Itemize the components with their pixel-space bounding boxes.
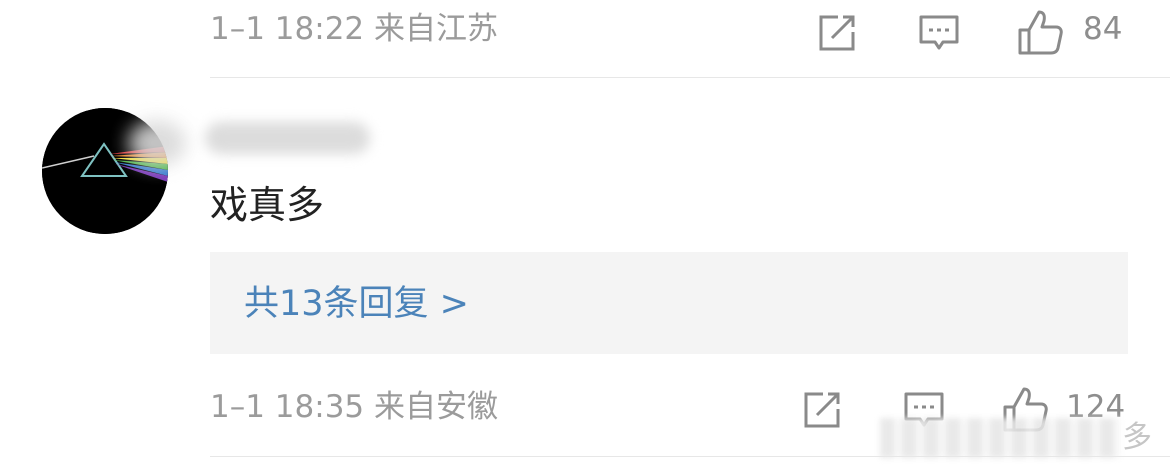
top-like-count: 84 [1083, 11, 1123, 47]
watermark-text: 多 [1122, 420, 1152, 455]
main-comment-meta: 1–1 18:35 来自安徽 [210, 389, 498, 425]
top-comment-meta-row: 1–1 18:22 来自江苏 84 [0, 5, 1170, 65]
watermark-overlay [880, 418, 1120, 458]
top-share-button[interactable] [815, 11, 859, 55]
view-replies-link[interactable]: 共13条回复 > [244, 282, 469, 326]
main-share-button[interactable] [800, 388, 844, 432]
replies-box[interactable]: 共13条回复 > [210, 252, 1128, 354]
thumbs-up-icon [1018, 10, 1063, 55]
share-edit-icon [804, 392, 840, 428]
divider-top [210, 77, 1170, 78]
divider-bottom [210, 456, 1170, 457]
top-comment-meta: 1–1 18:22 来自江苏 [210, 11, 498, 47]
top-comment-button[interactable] [917, 11, 961, 55]
username-redacted[interactable] [205, 122, 370, 154]
comment-icon [919, 15, 959, 50]
comment-text: 戏真多 [210, 183, 325, 227]
redaction-smudge [128, 120, 186, 166]
share-edit-icon [819, 15, 855, 51]
top-like-button[interactable] [1015, 7, 1065, 57]
